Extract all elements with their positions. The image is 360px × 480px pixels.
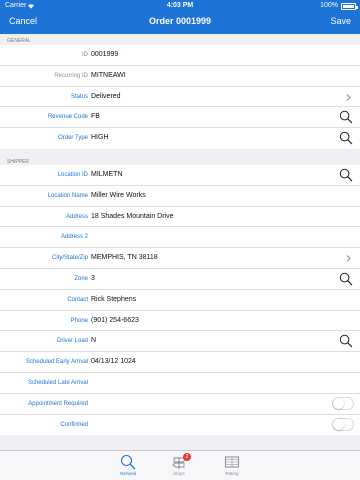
confirmed-toggle[interactable] — [332, 417, 354, 431]
label-location-id: Location ID — [57, 171, 88, 178]
navigation-bar: Cancel Order 0001999 Save — [0, 12, 360, 34]
label-scheduled-early-arrival: Scheduled Early Arrival — [25, 359, 88, 366]
appointment-required-toggle[interactable] — [332, 396, 354, 410]
label-id: ID — [82, 52, 88, 58]
row-zone[interactable]: Zone 3 — [0, 269, 360, 290]
value-address[interactable]: 18 Shades Mountain Drive — [91, 213, 174, 220]
row-revenue-code[interactable]: Revenue Code FB — [0, 107, 360, 129]
tab-label: General — [119, 471, 136, 476]
search-icon[interactable] — [339, 334, 353, 348]
section-header-general: GENERAL — [0, 34, 360, 45]
toggle-knob — [333, 418, 344, 430]
order-form[interactable]: GENERAL ID 0001999 Recurring ID MITNEAWI… — [0, 34, 360, 450]
value-id: 0001999 — [91, 51, 119, 58]
chevron-right-icon[interactable] — [345, 93, 352, 102]
tab-rating[interactable]: Rating — [207, 451, 257, 480]
row-address-2[interactable]: Address 2 — [0, 227, 360, 249]
stops-badge: 2 — [183, 453, 191, 461]
row-scheduled-late-arrival[interactable]: Scheduled Late Arrival — [0, 373, 360, 394]
row-status[interactable]: Status Delivered — [0, 87, 360, 108]
label-order-type: Order Type — [58, 135, 88, 142]
shipper-section: Location ID MILMETN Location Name Miller… — [0, 164, 360, 436]
row-address[interactable]: Address 18 Shades Mountain Drive — [0, 207, 360, 228]
battery-icon — [341, 3, 358, 10]
value-revenue-code[interactable]: FB — [91, 113, 100, 120]
search-icon[interactable] — [339, 131, 353, 145]
row-location-name[interactable]: Location Name Miller Wire Works — [0, 186, 360, 207]
battery-level — [343, 5, 354, 8]
page-title: Order 0001999 — [148, 16, 212, 26]
clock: 4:03 PM — [166, 2, 194, 9]
row-contact[interactable]: Contact Rick Stephens — [0, 290, 360, 311]
row-location-id[interactable]: Location ID MILMETN — [0, 165, 360, 186]
label-appointment-required: Appointment Required — [28, 400, 88, 407]
status-bar: Carrier 4:03 PM 100% — [0, 0, 360, 12]
label-contact: Contact — [67, 296, 88, 303]
table-icon — [225, 456, 239, 468]
general-section: ID 0001999 Recurring ID MITNEAWI Status … — [0, 45, 360, 149]
row-phone[interactable]: Phone (901) 254-6623 — [0, 311, 360, 332]
tab-bar: General 2 Stops Rating — [0, 450, 360, 480]
search-icon[interactable] — [339, 110, 353, 124]
label-address: Address — [65, 213, 88, 220]
value-order-type[interactable]: HIGH — [91, 134, 109, 141]
label-confirmed: Confirmed — [60, 421, 88, 428]
save-button[interactable]: Save — [330, 16, 351, 26]
row-scheduled-early-arrival[interactable]: Scheduled Early Arrival 04/13/12 1024 — [0, 352, 360, 373]
value-zone[interactable]: 3 — [91, 275, 95, 282]
label-address-2: Address 2 — [60, 234, 88, 241]
tab-general[interactable]: General — [103, 451, 153, 480]
value-driver-load[interactable]: N — [91, 337, 96, 344]
label-driver-load: Driver Load — [56, 338, 88, 345]
value-location-id[interactable]: MILMETN — [91, 171, 123, 178]
value-scheduled-early-arrival[interactable]: 04/13/12 1024 — [91, 358, 136, 365]
tab-label: Stops — [173, 471, 185, 476]
value-phone[interactable]: (901) 254-6623 — [91, 317, 139, 324]
row-driver-load[interactable]: Driver Load N — [0, 331, 360, 353]
row-city-state-zip[interactable]: City/State/Zip MEMPHIS, TN 38118 — [0, 248, 360, 269]
row-order-type[interactable]: Order Type HIGH — [0, 128, 360, 149]
row-recurring-id: Recurring ID MITNEAWI — [0, 66, 360, 87]
search-icon[interactable] — [339, 168, 353, 182]
battery-percent: 100% — [320, 2, 338, 9]
chevron-right-icon[interactable] — [345, 254, 352, 263]
section-header-shipper: SHIPPER — [0, 148, 360, 165]
row-appointment-required: Appointment Required — [0, 394, 360, 415]
label-phone: Phone — [70, 317, 88, 324]
value-location-name[interactable]: Miller Wire Works — [91, 192, 146, 199]
label-scheduled-late-arrival: Scheduled Late Arrival — [27, 379, 88, 386]
value-city-state-zip: MEMPHIS, TN 38118 — [91, 254, 158, 262]
label-zone: Zone — [74, 275, 88, 282]
value-status: Delivered — [91, 92, 121, 100]
search-icon — [120, 454, 136, 470]
label-city-state-zip: City/State/Zip — [51, 255, 88, 262]
value-recurring-id: MITNEAWI — [91, 71, 126, 79]
label-location-name: Location Name — [47, 192, 88, 199]
row-confirmed: Confirmed — [0, 415, 360, 436]
row-id: ID 0001999 — [0, 45, 360, 66]
tab-label: Rating — [225, 471, 239, 476]
label-revenue-code: Revenue Code — [47, 114, 88, 121]
tab-stops[interactable]: 2 Stops — [154, 451, 204, 480]
label-status: Status — [70, 93, 88, 100]
value-contact[interactable]: Rick Stephens — [91, 296, 136, 303]
search-icon[interactable] — [339, 272, 353, 286]
toggle-knob — [333, 397, 344, 409]
label-recurring-id: Recurring ID — [54, 72, 88, 79]
